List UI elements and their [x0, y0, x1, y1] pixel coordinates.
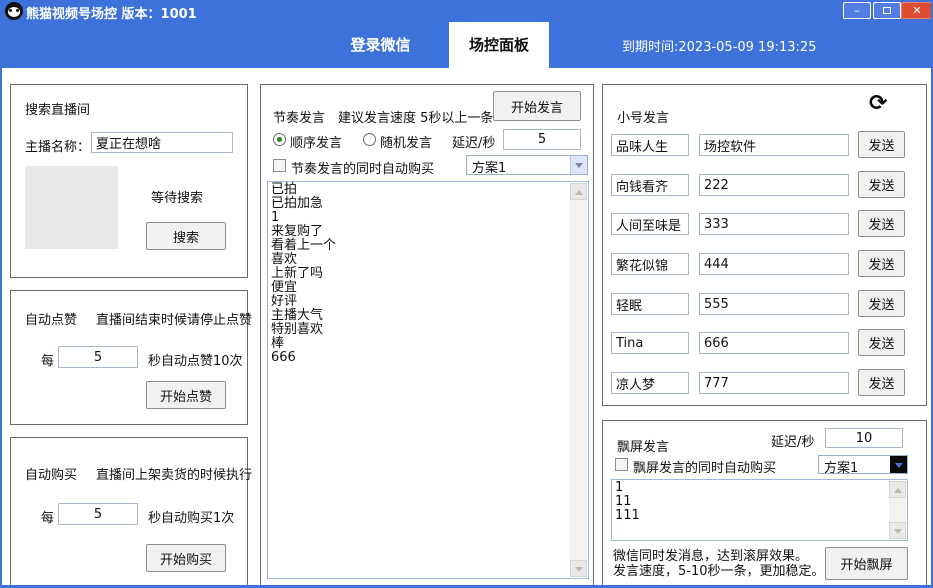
send-button[interactable]: 发送: [858, 171, 905, 198]
float-messages-textarea[interactable]: 1 11 111: [611, 479, 908, 541]
scroll-up-icon[interactable]: [889, 481, 906, 498]
panel-title: 节奏发言: [273, 107, 325, 126]
account-message-input[interactable]: [699, 213, 849, 235]
send-button[interactable]: 发送: [858, 329, 905, 356]
rhythm-autobuy-label[interactable]: 节奏发言的同时自动购买: [291, 158, 434, 177]
rhythm-messages-textarea[interactable]: 已拍 已拍加急 1 来复购了 看着上一个 喜欢 上新了吗 便宜 好评 主播大气 …: [267, 181, 589, 579]
panel-title: 飘屏发言: [617, 436, 669, 455]
room-preview-image: [25, 166, 118, 249]
radio-sequential-label[interactable]: 顺序发言: [290, 132, 342, 151]
delay-label: 延迟/秒: [452, 132, 495, 151]
rhythm-delay-input[interactable]: [503, 129, 581, 150]
buy-interval-input[interactable]: [58, 503, 138, 525]
buy-suffix-label: 秒自动购买1次: [148, 507, 234, 526]
account-message-input[interactable]: [699, 332, 849, 354]
scroll-down-icon[interactable]: [570, 560, 587, 577]
panel-title: 自动点赞: [25, 309, 77, 328]
minimize-button[interactable]: –: [843, 2, 871, 19]
start-buy-button[interactable]: 开始购买: [146, 544, 226, 572]
account-message-input[interactable]: [699, 253, 849, 275]
anchor-name-input[interactable]: [91, 132, 233, 153]
every-label: 每: [41, 350, 54, 369]
send-button[interactable]: 发送: [858, 369, 905, 396]
scrollbar[interactable]: [889, 481, 906, 539]
chevron-down-icon[interactable]: [890, 456, 907, 473]
account-name-input[interactable]: [611, 253, 689, 275]
float-delay-input[interactable]: [825, 428, 903, 448]
panel-title: 搜索直播间: [25, 99, 90, 118]
expiry-time: 到期时间:2023-05-09 19:13:25: [622, 36, 816, 55]
panda-logo-icon: [5, 2, 23, 20]
send-button[interactable]: 发送: [858, 131, 905, 158]
auto-like-hint: 直播间结束时候请停止点赞: [96, 309, 252, 328]
tab-login-wechat[interactable]: 登录微信: [312, 22, 449, 68]
scroll-up-icon[interactable]: [570, 183, 587, 200]
selected-plan: 方案1: [472, 157, 506, 176]
start-like-button[interactable]: 开始点赞: [146, 381, 226, 409]
titlebar: 熊猫视频号场控 版本：1001 – ✕: [2, 0, 933, 22]
like-suffix-label: 秒自动点赞10次: [148, 350, 243, 369]
maximize-icon: [883, 7, 891, 14]
float-note-line2: 发言速度，5-10秒一条，更加稳定。: [613, 560, 825, 579]
app-title: 熊猫视频号场控 版本：1001: [26, 3, 197, 22]
account-message-input[interactable]: [699, 372, 849, 394]
panel-rhythm-speak: 节奏发言 建议发言速度 5秒以上一条 开始发言 顺序发言 随机发言 延迟/秒 节…: [260, 84, 594, 588]
panel-float-screen: 飘屏发言 延迟/秒 飘屏发言的同时自动购买 方案1 1 11 111 微信同时发…: [602, 420, 927, 588]
send-button[interactable]: 发送: [858, 250, 905, 277]
rhythm-messages-text: 已拍 已拍加急 1 来复购了 看着上一个 喜欢 上新了吗 便宜 好评 主播大气 …: [271, 183, 568, 365]
rhythm-hint: 建议发言速度 5秒以上一条: [338, 107, 493, 126]
account-message-input[interactable]: [699, 174, 849, 196]
every-label: 每: [41, 507, 54, 526]
delay-label: 延迟/秒: [771, 431, 814, 450]
search-button[interactable]: 搜索: [146, 222, 226, 250]
app-window: 熊猫视频号场控 版本：1001 – ✕ 登录微信 场控面板 到期时间:2023-…: [0, 0, 933, 588]
panel-alt-accounts: 小号发言 ⟳ 发送 发送 发送 发送 发送 发送 发送: [602, 84, 927, 406]
send-button[interactable]: 发送: [858, 290, 905, 317]
account-message-input[interactable]: [699, 293, 849, 315]
chevron-down-icon[interactable]: [570, 156, 587, 174]
scrollbar[interactable]: [570, 183, 587, 577]
float-autobuy-checkbox[interactable]: [615, 458, 628, 471]
panel-auto-like: 自动点赞 直播间结束时候请停止点赞 每 秒自动点赞10次 开始点赞: [10, 290, 248, 425]
account-name-input[interactable]: [611, 332, 689, 354]
account-name-input[interactable]: [611, 293, 689, 315]
account-message-input[interactable]: [699, 134, 849, 156]
search-status-text: 等待搜索: [151, 187, 203, 206]
panel-search-room: 搜索直播间 主播名称： 等待搜索 搜索: [10, 84, 248, 278]
anchor-name-label: 主播名称：: [25, 136, 90, 155]
selected-plan: 方案1: [824, 457, 858, 476]
account-name-input[interactable]: [611, 134, 689, 156]
like-interval-input[interactable]: [58, 346, 138, 368]
rhythm-autobuy-checkbox[interactable]: [273, 159, 286, 172]
radio-random-label[interactable]: 随机发言: [380, 132, 432, 151]
tab-control-panel[interactable]: 场控面板: [449, 22, 549, 68]
rhythm-plan-select[interactable]: 方案1: [466, 155, 588, 175]
maximize-button[interactable]: [873, 2, 901, 19]
radio-random[interactable]: [363, 133, 376, 146]
scroll-down-icon[interactable]: [889, 522, 906, 539]
float-messages-text: 1 11 111: [615, 481, 887, 523]
start-float-button[interactable]: 开始飘屏: [825, 547, 908, 580]
account-name-input[interactable]: [611, 213, 689, 235]
float-autobuy-label[interactable]: 飘屏发言的同时自动购买: [633, 457, 776, 476]
auto-buy-hint: 直播间上架卖货的时候执行: [96, 464, 252, 483]
radio-sequential[interactable]: [273, 133, 286, 146]
send-button[interactable]: 发送: [858, 210, 905, 237]
account-name-input[interactable]: [611, 372, 689, 394]
float-plan-select[interactable]: 方案1: [818, 455, 908, 474]
panel-title: 小号发言: [617, 107, 669, 126]
account-name-input[interactable]: [611, 174, 689, 196]
panel-auto-buy: 自动购买 直播间上架卖货的时候执行 每 秒自动购买1次 开始购买: [10, 437, 248, 588]
refresh-icon[interactable]: ⟳: [869, 93, 887, 115]
start-speak-button[interactable]: 开始发言: [493, 91, 581, 121]
close-button[interactable]: ✕: [901, 2, 933, 19]
panel-title: 自动购买: [25, 464, 77, 483]
header-bar: 登录微信 场控面板 到期时间:2023-05-09 19:13:25: [2, 22, 933, 68]
